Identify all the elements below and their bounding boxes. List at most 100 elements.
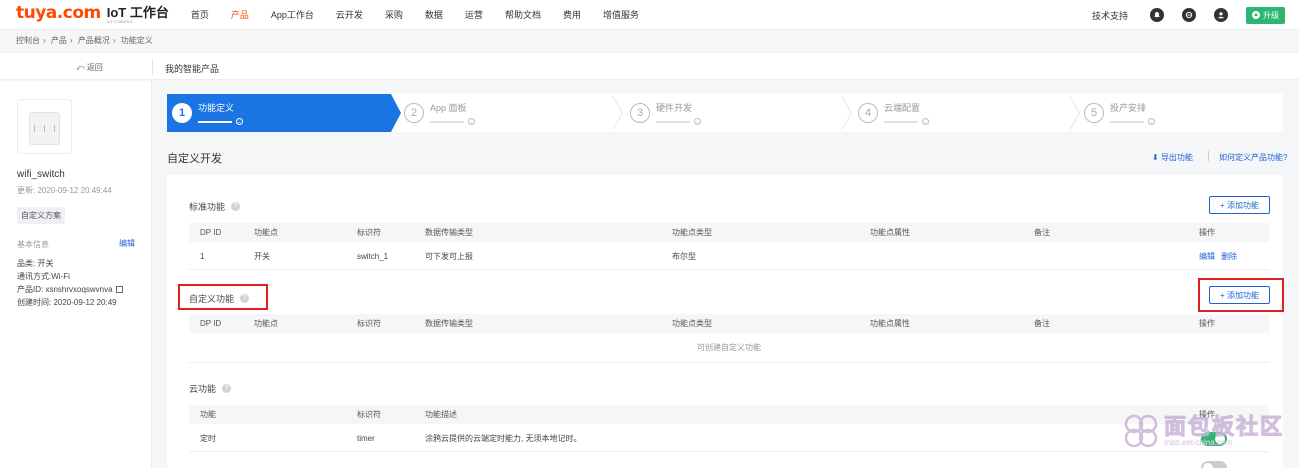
switch-image-icon: [29, 112, 60, 145]
copy-icon[interactable]: [115, 286, 123, 294]
col-identifier: 标识符: [357, 319, 381, 328]
console-subtitle: IoT CONSOLE: [106, 18, 134, 24]
nav-billing[interactable]: 费用: [563, 8, 581, 21]
function-type: 布尔型: [672, 252, 696, 261]
custom-title-label: 自定义功能: [189, 294, 235, 304]
nav-app-workbench[interactable]: App工作台: [271, 8, 314, 21]
step-number: 4: [858, 103, 878, 123]
identifier: switch_1: [357, 252, 389, 261]
col-function: 功能: [200, 410, 216, 419]
edit-basic-info-link[interactable]: 编辑: [119, 238, 135, 249]
back-arrow-icon: ⤺: [76, 63, 87, 72]
nav-products[interactable]: 产品: [231, 8, 249, 21]
tuya-logo[interactable]: tuya.com IoT 工作台 IoT CONSOLE: [16, 0, 169, 30]
watermark-text: 面包板社区: [1163, 413, 1285, 439]
edit-button[interactable]: 编辑: [1199, 252, 1215, 261]
upgrade-button[interactable]: ▲ 升级: [1246, 6, 1285, 24]
basic-info-title: 基本信息: [17, 240, 49, 249]
console-title: IoT 工作台: [106, 4, 169, 20]
custom-table-header: DP ID 功能点 标识符 数据传输类型 功能点类型 功能点属性 备注 操作: [189, 314, 1269, 333]
tech-support-link[interactable]: 技术支持: [1092, 9, 1128, 22]
standard-table-header: DP ID 功能点 标识符 数据传输类型 功能点类型 功能点属性 备注 操作: [189, 223, 1269, 242]
user-icon[interactable]: [1214, 8, 1228, 22]
cloud-functions-title: 云功能?: [189, 382, 232, 395]
nav-value-added[interactable]: 增值服务: [603, 8, 639, 21]
nav-operations[interactable]: 运营: [465, 8, 483, 21]
export-functions-link[interactable]: ⬇ 导出功能: [1152, 152, 1193, 163]
help-icon[interactable]: ?: [222, 384, 232, 393]
divider: [1208, 151, 1209, 161]
cloud-title-label: 云功能: [189, 384, 217, 394]
nav-purchase[interactable]: 采购: [385, 8, 403, 21]
functions-panel: 标准功能? + 添加功能 DP ID 功能点 标识符 数据传输类型 功能点类型 …: [167, 175, 1284, 468]
section-title: 自定义开发: [167, 153, 222, 165]
logo-wordmark: tuya.com: [16, 2, 101, 23]
col-function: 功能点: [254, 319, 278, 328]
col-transfer-type: 数据传输类型: [425, 319, 473, 328]
arrow-up-icon: ▲: [1252, 11, 1260, 19]
col-dp-id: DP ID: [200, 319, 222, 328]
col-function: 功能点: [254, 228, 278, 237]
message-icon[interactable]: [1182, 8, 1196, 22]
watermark: 面包板社区 mbb.eet-china.com: [1122, 412, 1284, 450]
download-icon: ⬇: [1152, 153, 1161, 162]
top-navbar: tuya.com IoT 工作台 IoT CONSOLE 首页 产品 App工作…: [0, 0, 1299, 30]
col-action: 操作: [1199, 228, 1215, 237]
help-icon[interactable]: ?: [240, 294, 250, 303]
nav-data[interactable]: 数据: [425, 8, 443, 21]
delete-button[interactable]: 删除: [1221, 252, 1237, 261]
product-name: wifi_switch: [17, 169, 65, 180]
col-identifier: 标识符: [357, 410, 381, 419]
table-row: 1 开关 switch_1 可下发可上报 布尔型 编辑 删除: [189, 243, 1269, 270]
back-button[interactable]: ⤺ 返回: [76, 62, 103, 73]
main-nav: 首页 产品 App工作台 云开发 采购 数据 运营 帮助文档 费用 增值服务: [191, 8, 661, 21]
step-app-panel[interactable]: 2 App 面板 ⌄: [399, 94, 475, 132]
watermark-logo-icon: [1124, 414, 1158, 448]
add-standard-function-button[interactable]: + 添加功能: [1209, 196, 1270, 214]
function-name: 开关: [254, 252, 270, 261]
col-identifier: 标识符: [357, 228, 381, 237]
breadcrumb-products[interactable]: 产品: [51, 36, 67, 45]
step-production[interactable]: 5 投产安排 ⌄: [1079, 94, 1155, 132]
step-number: 3: [630, 103, 650, 123]
product-created: 创建时间: 2020-09-12 20:49: [17, 298, 117, 307]
sub-header: ⤺ 返回 我的智能产品: [0, 52, 1299, 80]
step-cloud-config[interactable]: 4 云端配置 ⌄: [853, 94, 929, 132]
progress-steps: 1 功能定义 ⌄ 2 App 面板 ⌄ 3 硬件开发 ⌄ 4 云端配置 ⌄ 5 …: [167, 94, 1283, 132]
product-image: [17, 99, 72, 154]
scheme-tag: 自定义方案: [17, 207, 65, 224]
function-description: 涂鸦云提供的云端定时能力, 无须本地记时。: [425, 434, 582, 443]
upgrade-label: 升级: [1263, 10, 1279, 20]
add-custom-function-button[interactable]: + 添加功能: [1209, 286, 1270, 304]
breadcrumb-overview[interactable]: 产品概况: [78, 36, 110, 45]
breadcrumb-console[interactable]: 控制台: [16, 36, 40, 45]
function-name: 定时: [200, 434, 216, 443]
cloud-toggle[interactable]: [1201, 461, 1227, 468]
how-to-define-link[interactable]: 如何定义产品功能?: [1219, 152, 1287, 163]
cloud-table-header: 功能 标识符 功能描述 操作: [189, 405, 1269, 424]
breadcrumb-current: 功能定义: [120, 36, 153, 45]
step-number: 2: [404, 103, 424, 123]
step-label: App 面板: [430, 103, 467, 113]
row-actions: 编辑 删除: [1199, 243, 1243, 270]
nav-cloud-dev[interactable]: 云开发: [336, 8, 363, 21]
step-hardware-dev[interactable]: 3 硬件开发 ⌄: [625, 94, 701, 132]
nav-help-docs[interactable]: 帮助文档: [505, 8, 541, 21]
top-right-tools: 技术支持 ▲ 升级: [1092, 0, 1285, 30]
help-icon[interactable]: ?: [231, 202, 241, 211]
step-function-definition[interactable]: 1 功能定义 ⌄: [167, 94, 401, 132]
bell-icon[interactable]: [1150, 8, 1164, 22]
page-title: 我的智能产品: [165, 64, 220, 74]
export-label: 导出功能: [1160, 153, 1193, 162]
nav-home[interactable]: 首页: [191, 8, 209, 21]
col-action: 操作: [1199, 319, 1215, 328]
chevron-down-icon: ⌄: [236, 118, 243, 125]
chevron-down-icon: ⌄: [694, 118, 701, 125]
breadcrumb: 控制台 › 产品 › 产品概况 › 功能定义: [16, 35, 156, 46]
dp-id: 1: [200, 252, 205, 261]
chevron-down-icon: ⌄: [1148, 118, 1155, 125]
step-number: 1: [172, 103, 192, 123]
col-note: 备注: [1034, 228, 1050, 237]
step-separator: [851, 96, 852, 130]
back-label: 返回: [86, 63, 103, 72]
